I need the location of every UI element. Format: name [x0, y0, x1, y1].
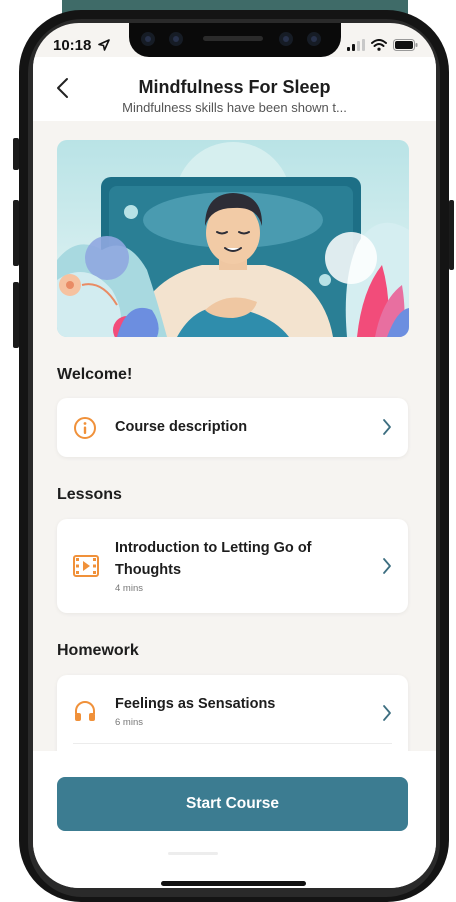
faded-indicator [168, 852, 218, 855]
page-title: Mindfulness For Sleep [138, 77, 331, 97]
start-course-button[interactable]: Start Course [57, 777, 408, 831]
lesson-card[interactable]: Introduction to Letting Go of Thoughts 4… [57, 519, 408, 613]
status-time-text: 10:18 [53, 37, 92, 54]
course-description-card[interactable]: Course description [57, 398, 408, 457]
section-lessons: Lessons [57, 486, 122, 503]
home-indicator[interactable] [161, 881, 306, 886]
info-icon [74, 417, 96, 439]
chevron-right-icon [383, 705, 391, 721]
card-divider [73, 743, 392, 744]
bottom-action-bar: Start Course [33, 751, 436, 888]
lesson-title: Introduction to Letting Go of Thoughts [115, 537, 312, 581]
sensor-dot [141, 32, 155, 46]
lesson-duration: 4 mins [115, 583, 143, 594]
sensor-dot [307, 32, 321, 46]
course-description-label: Course description [115, 419, 248, 435]
lesson-title-line2: Thoughts [115, 562, 182, 578]
chevron-right-icon [383, 558, 391, 574]
power-button [449, 200, 454, 270]
wifi-icon [371, 39, 387, 51]
nav-header: Mindfulness For Sleep Mindfulness skills… [33, 57, 436, 121]
section-homework: Homework [57, 642, 139, 659]
hero-illustration [57, 140, 409, 337]
sleeping-person-illustration [57, 140, 409, 337]
homework-duration: 6 mins [115, 717, 143, 728]
signal-icon [347, 39, 365, 51]
section-welcome: Welcome! [57, 366, 133, 383]
phone-screen: 10:18 Mindfulness For Sleep Mindfulness … [33, 23, 436, 888]
battery-icon [393, 39, 418, 51]
notch [129, 23, 341, 57]
location-arrow-icon [97, 39, 110, 51]
sensor-dot [279, 32, 293, 46]
page-subtitle: Mindfulness skills have been shown t... [122, 100, 347, 115]
status-icons [347, 39, 418, 51]
status-time: 10:18 [53, 37, 110, 54]
homework-title: Feelings as Sensations [115, 696, 276, 712]
chevron-right-icon [383, 419, 391, 435]
video-play-icon [73, 555, 99, 577]
speaker-grill [203, 36, 263, 41]
camera-dot [169, 32, 183, 46]
lesson-title-line1: Introduction to Letting Go of [115, 540, 312, 556]
headphones-icon [75, 701, 95, 721]
